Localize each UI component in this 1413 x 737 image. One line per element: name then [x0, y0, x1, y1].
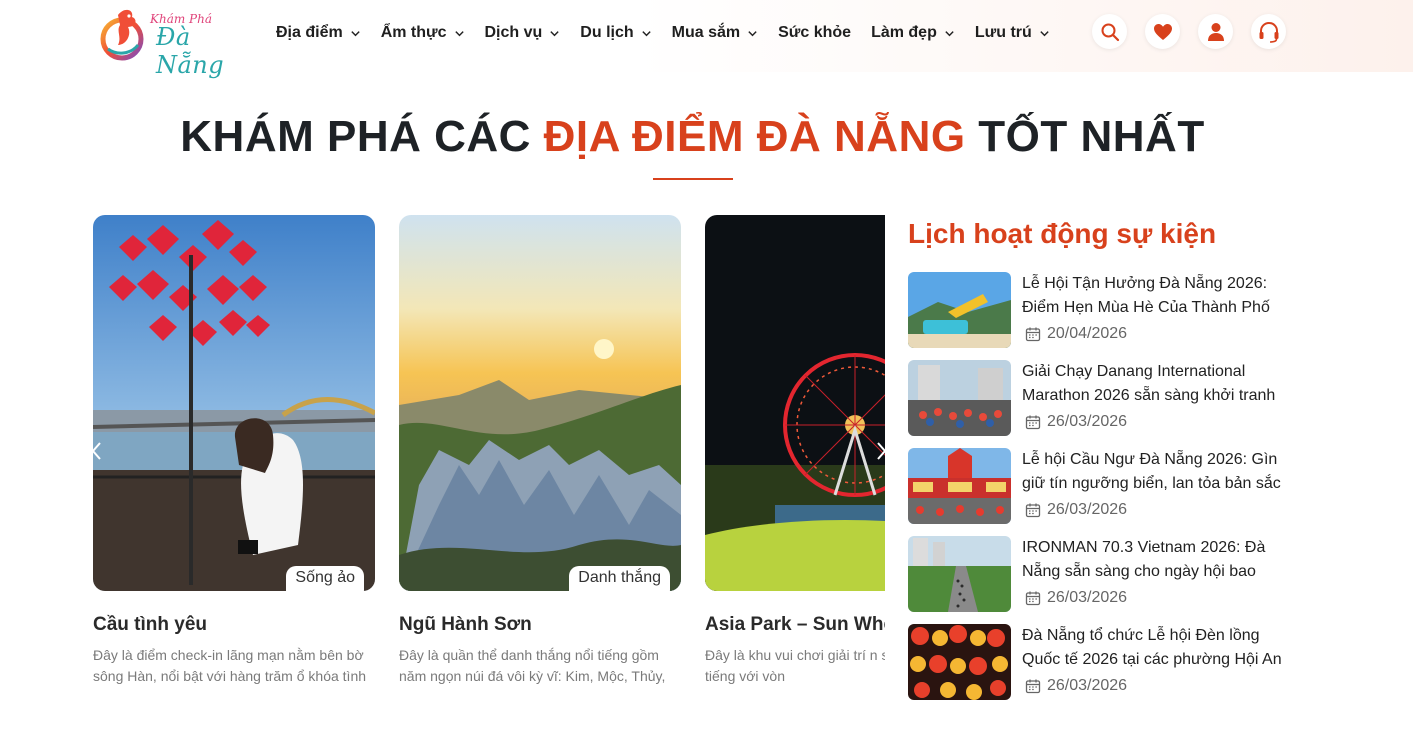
carousel-next-button[interactable] — [870, 436, 892, 466]
event-date-text: 20/04/2026 — [1047, 325, 1128, 342]
events-heading: Lịch hoạt động sự kiện — [908, 218, 1217, 249]
place-card-title[interactable]: Ngũ Hành Sơn — [399, 614, 681, 636]
calendar-icon — [1025, 591, 1041, 606]
chevron-down-icon — [748, 30, 757, 36]
title-divider — [653, 178, 733, 180]
event-item[interactable]: IRONMAN 70.3 Vietnam 2026: Đà Nẵng sẵn s… — [908, 536, 1303, 614]
nav-item-mua-sam[interactable]: Mua sắm — [672, 22, 758, 44]
nav-item-du-lich[interactable]: Du lịch — [580, 22, 651, 44]
place-card[interactable]: Danh thắng Ngũ Hành Sơn Đây là quần thể … — [399, 215, 681, 687]
site-logo[interactable]: Khám Phá Đà Nẵng — [98, 5, 248, 79]
nav-item-suc-khoe[interactable]: Sức khỏe — [778, 22, 851, 44]
event-item[interactable]: Lễ hội Cầu Ngư Đà Nẵng 2026: Gìn giữ tín… — [908, 448, 1303, 526]
user-icon — [1207, 22, 1224, 41]
headset-icon — [1259, 21, 1278, 43]
event-title[interactable]: Lễ Hội Tận Hưởng Đà Nẵng 2026: Điểm Hẹn … — [1022, 272, 1294, 320]
event-date: 26/03/2026 — [1025, 413, 1127, 431]
logo-bird-icon — [100, 9, 144, 61]
nav-label: Làm đẹp — [871, 24, 937, 41]
event-thumbnail — [908, 360, 1011, 436]
search-icon — [1101, 23, 1119, 41]
chevron-down-icon — [945, 30, 954, 36]
place-card-description: Đây là quần thể danh thắng nổi tiếng gồm… — [399, 647, 666, 684]
nav-label: Ẩm thực — [380, 24, 447, 41]
event-title[interactable]: Giải Chạy Danang International Marathon … — [1022, 360, 1294, 408]
search-button[interactable] — [1092, 14, 1127, 49]
chevron-left-icon — [91, 442, 101, 460]
support-button[interactable] — [1251, 14, 1286, 49]
place-category-tag: Danh thắng — [569, 566, 670, 591]
event-date-text: 26/03/2026 — [1047, 501, 1128, 518]
place-card-description: Đây là khu vui chơi giải trí n sông Hàn,… — [705, 647, 885, 684]
chevron-down-icon — [454, 30, 464, 36]
event-item[interactable]: Giải Chạy Danang International Marathon … — [908, 360, 1303, 438]
place-category-tag: Sống ảo — [286, 566, 364, 591]
calendar-icon — [1025, 415, 1041, 430]
event-item[interactable]: Đà Nẵng tổ chức Lễ hội Đèn lồng Quốc tế … — [908, 624, 1303, 702]
event-title[interactable]: Đà Nẵng tổ chức Lễ hội Đèn lồng Quốc tế … — [1022, 624, 1294, 672]
events-panel: Lịch hoạt động sự kiện — [908, 218, 1303, 250]
calendar-icon — [1025, 503, 1041, 518]
places-carousel: Sống ảo Cầu tình yêu Đây là điểm check-i… — [93, 215, 885, 705]
place-card[interactable]: K Asia Park – Sun Whe Đây là khu vui chơ… — [705, 215, 885, 687]
main-nav: Địa điểm Ẩm thực Dịch vụ Du lịch Mua sắm… — [276, 22, 1070, 44]
event-title[interactable]: IRONMAN 70.3 Vietnam 2026: Đà Nẵng sẵn s… — [1022, 536, 1294, 584]
nav-label: Sức khỏe — [778, 24, 852, 41]
event-thumbnail — [908, 448, 1011, 524]
section-title: KHÁM PHÁ CÁC ĐỊA ĐIỂM ĐÀ NẴNG TỐT NHẤT — [0, 112, 1385, 162]
chevron-down-icon — [1040, 30, 1049, 36]
title-part-1: KHÁM PHÁ CÁC — [180, 112, 544, 161]
event-item[interactable]: Lễ Hội Tận Hưởng Đà Nẵng 2026: Điểm Hẹn … — [908, 272, 1303, 350]
chevron-right-icon — [877, 442, 887, 460]
site-header: Khám Phá Đà Nẵng Địa điểm Ẩm thực Dịch v… — [0, 0, 1413, 79]
place-card-description: Đây là điểm check-in lãng mạn nằm bên bờ… — [93, 647, 367, 684]
favorites-button[interactable] — [1145, 14, 1180, 49]
nav-item-am-thuc[interactable]: Ẩm thực — [381, 22, 465, 44]
nav-item-lam-dep[interactable]: Làm đẹp — [871, 22, 955, 44]
nav-item-dia-diem[interactable]: Địa điểm — [276, 22, 361, 44]
title-accent: ĐỊA ĐIỂM ĐÀ NẴNG — [543, 112, 966, 161]
nav-label: Mua sắm — [671, 24, 741, 41]
place-card-image: Sống ảo — [93, 215, 375, 591]
chevron-down-icon — [550, 30, 559, 36]
event-date-text: 26/03/2026 — [1047, 589, 1128, 606]
place-card-image: K — [705, 215, 885, 591]
chevron-down-icon — [351, 30, 360, 36]
heart-icon — [1153, 23, 1172, 40]
nav-label: Dịch vụ — [484, 24, 543, 41]
logo-text-line2: Đà Nẵng — [156, 23, 225, 79]
nav-label: Lưu trú — [974, 24, 1032, 41]
chevron-down-icon — [641, 30, 651, 36]
header-actions — [1092, 14, 1286, 49]
place-card-title[interactable]: Cầu tình yêu — [93, 614, 375, 636]
event-date: 20/04/2026 — [1025, 325, 1127, 343]
calendar-icon — [1025, 327, 1041, 342]
account-button[interactable] — [1198, 14, 1233, 49]
event-date: 26/03/2026 — [1025, 589, 1127, 607]
event-date-text: 26/03/2026 — [1047, 413, 1128, 430]
place-card-title[interactable]: Asia Park – Sun Whe — [705, 614, 885, 636]
nav-label: Du lịch — [580, 24, 634, 41]
title-part-2: TỐT NHẤT — [965, 112, 1205, 161]
event-date: 26/03/2026 — [1025, 501, 1127, 519]
nav-label: Địa điểm — [276, 24, 343, 41]
event-date-text: 26/03/2026 — [1047, 677, 1128, 694]
calendar-icon — [1025, 679, 1041, 694]
nav-item-luu-tru[interactable]: Lưu trú — [975, 22, 1050, 44]
event-thumbnail — [908, 624, 1011, 700]
place-card[interactable]: Sống ảo Cầu tình yêu Đây là điểm check-i… — [93, 215, 375, 687]
event-date: 26/03/2026 — [1025, 677, 1127, 695]
event-thumbnail — [908, 272, 1011, 348]
event-title[interactable]: Lễ hội Cầu Ngư Đà Nẵng 2026: Gìn giữ tín… — [1022, 448, 1294, 496]
nav-item-dich-vu[interactable]: Dịch vụ — [485, 22, 561, 44]
carousel-prev-button[interactable] — [86, 436, 108, 466]
event-thumbnail — [908, 536, 1011, 612]
place-card-image: Danh thắng — [399, 215, 681, 591]
